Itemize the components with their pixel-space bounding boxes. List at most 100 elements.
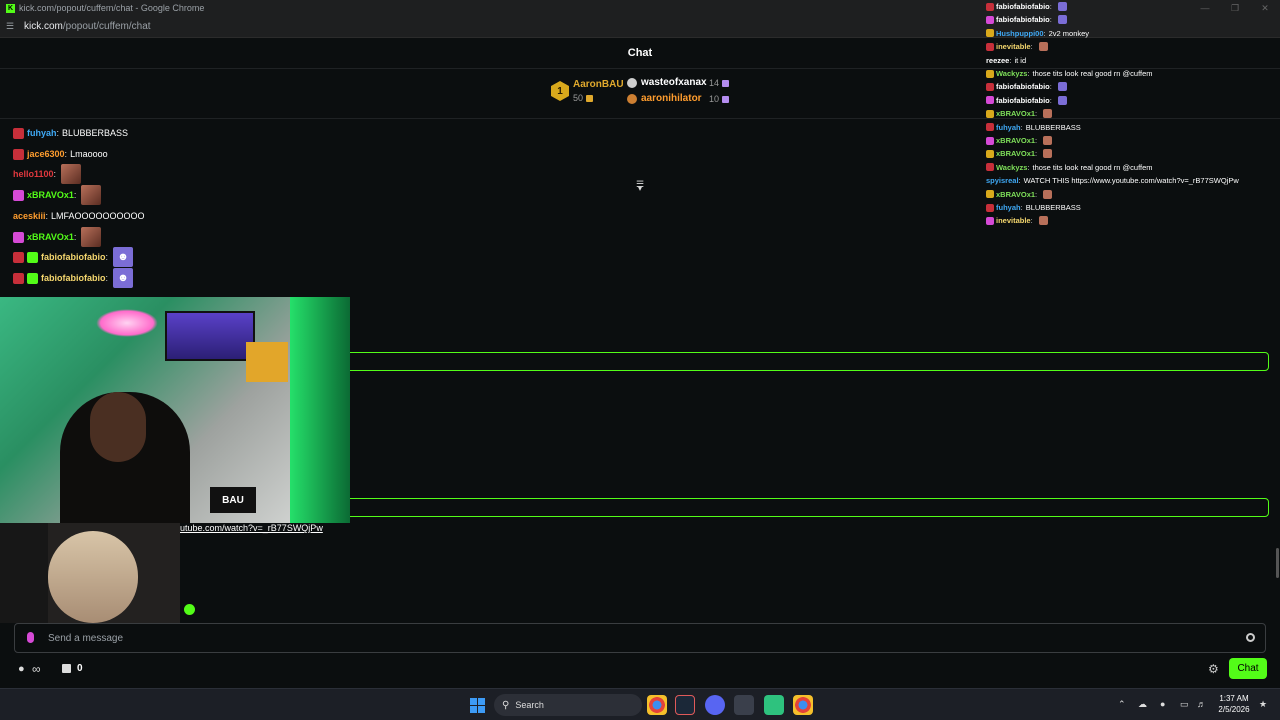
volume-icon[interactable]: ♬: [1197, 699, 1206, 709]
badge-icon: [986, 29, 994, 38]
overlay-username: Wackyzs: [996, 69, 1028, 78]
overlay-username: xBRAVOx1: [996, 109, 1036, 119]
notifications-icon[interactable]: ★: [1259, 699, 1267, 710]
taskbar-search[interactable]: ⚲ Search: [494, 694, 642, 716]
url-host: kick.com: [24, 21, 63, 32]
chat-username[interactable]: aceskiii: [13, 211, 46, 221]
overlay-username: xBRAVOx1: [996, 136, 1036, 145]
search-icon: ⚲: [502, 699, 510, 711]
chat-username[interactable]: xBRAVOx1: [27, 190, 74, 200]
chat-text: Lmaoooo: [70, 149, 108, 159]
overlay-chat-message: spyisreal: WATCH THIS https://www.youtube…: [986, 174, 1239, 187]
message-link[interactable]: utube.com/watch?v=_rB77SWQjPw: [180, 523, 323, 533]
network-icon[interactable]: ▭: [1180, 699, 1189, 710]
emote-icon: [1038, 216, 1048, 226]
overlay-text: those tits look real good rn @cuffem: [1032, 162, 1153, 172]
clock[interactable]: 1:37 AM 2/5/2026: [1214, 693, 1254, 715]
overlay-chat-message: fabiofabiofabio:: [986, 13, 1067, 26]
emote-icon: [1043, 136, 1053, 145]
gifter-name[interactable]: AaronBAU: [573, 79, 624, 90]
colon: :: [1020, 122, 1023, 132]
badges-icon[interactable]: ●: [18, 663, 25, 675]
overlay-username: Hushpuppi00: [996, 28, 1044, 38]
chat-message: jace6300: Lmaoooo: [13, 145, 108, 163]
message-placeholder: Send a message: [48, 633, 124, 644]
emote-icon: [1057, 82, 1067, 92]
overlay-chat-message: inevitable:: [986, 214, 1048, 227]
discord-app-icon[interactable]: [705, 695, 725, 715]
overlay-chat-message: xBRAVOx1:: [986, 107, 1053, 120]
overlay-username: fabiofabiofabio: [996, 82, 1050, 92]
chat-scrollbar[interactable]: [1276, 548, 1279, 578]
infinity-icon[interactable]: ∞: [32, 662, 41, 676]
colon: :: [1049, 82, 1052, 92]
chat-message: xBRAVOx1:: [13, 227, 102, 247]
badge-icon: [986, 109, 994, 118]
onedrive-icon[interactable]: ☁: [1138, 699, 1147, 710]
colon: :: [1030, 216, 1033, 226]
gifter-count: 50: [573, 93, 594, 103]
overlay-username: fabiofabiofabio: [996, 15, 1050, 25]
colon: :: [1043, 28, 1046, 38]
chrome-app-icon[interactable]: [647, 695, 667, 715]
emote-icon: [1057, 15, 1067, 25]
kick-favicon-icon: K: [6, 3, 15, 13]
colon: :: [73, 190, 77, 200]
start-button-icon[interactable]: [470, 698, 485, 713]
chat-username[interactable]: fabiofabiofabio: [41, 252, 106, 262]
colon: :: [1027, 69, 1030, 78]
window-title: kick.com/popout/cuffem/chat - Google Chr…: [19, 3, 205, 13]
chat-username[interactable]: xBRAVOx1: [27, 232, 74, 242]
chat-username[interactable]: hello1100: [13, 169, 54, 179]
colon: :: [1027, 162, 1030, 172]
chat-title: Chat: [627, 47, 653, 59]
overlay-chat-message: xBRAVOx1:: [986, 188, 1053, 201]
gifter-name[interactable]: aaronihilator: [641, 93, 702, 104]
colon: :: [1009, 55, 1012, 65]
badge-icon: [986, 190, 994, 199]
show-hidden-icons-icon[interactable]: ⌃: [1118, 699, 1126, 710]
colon: :: [1018, 176, 1021, 186]
settings-gear-icon[interactable]: ⚙: [1208, 662, 1219, 676]
badge-icon: [986, 149, 994, 158]
overlay-chat-message: fuhyah: BLUBBERBASS: [986, 201, 1081, 214]
expand-leaderboard-icon[interactable]: ☰ ▾: [634, 180, 646, 193]
search-label: Search: [515, 700, 544, 710]
face-emote-icon: [81, 185, 102, 205]
emote-icon: [1043, 189, 1053, 199]
message-input[interactable]: Send a message: [14, 623, 1266, 653]
badge-icon: [986, 69, 994, 78]
badge-icon: [986, 42, 994, 51]
chat-username[interactable]: fabiofabiofabio: [41, 273, 106, 283]
chrome-app-icon[interactable]: [793, 695, 813, 715]
overlay-text: 2v2 monkey: [1048, 28, 1090, 38]
badge-icon: [986, 123, 994, 132]
overlay-chat-message: Wackyzs: those tits look real good rn @cu…: [986, 161, 1153, 174]
chat-username[interactable]: jace6300: [27, 149, 65, 159]
steam-app-icon[interactable]: [675, 695, 695, 715]
close-button[interactable]: ✕: [1250, 0, 1280, 16]
overlay-username: reezee: [986, 55, 1010, 65]
restore-button[interactable]: ❐: [1220, 0, 1250, 16]
emote-icon: [1038, 42, 1048, 52]
overlay-username: fabiofabiofabio: [996, 2, 1050, 11]
overlay-username: fuhyah: [996, 122, 1021, 132]
chat-username[interactable]: fuhyah: [27, 128, 57, 138]
microphone-tray-icon[interactable]: ●: [1160, 699, 1165, 709]
gifter-badge-icon: [27, 251, 38, 263]
microphone-icon[interactable]: [27, 632, 34, 643]
gifter-name[interactable]: wasteofxanax: [641, 77, 707, 88]
app-icon[interactable]: [764, 695, 784, 715]
chat-message: fuhyah: BLUBBERBASS: [13, 124, 128, 142]
gift-icon[interactable]: [62, 664, 71, 673]
chat-message: xBRAVOx1:: [13, 185, 102, 205]
minimize-button[interactable]: —: [1190, 0, 1220, 16]
emoji-picker-icon[interactable]: [1246, 633, 1255, 642]
site-settings-icon[interactable]: ☰: [6, 21, 18, 32]
app-icon[interactable]: [734, 695, 754, 715]
gifter-badge-icon: [27, 272, 38, 284]
send-chat-button[interactable]: Chat: [1229, 658, 1267, 679]
overlay-username: xBRAVOx1: [996, 149, 1036, 159]
colon: :: [1035, 136, 1038, 145]
led-light: [290, 297, 350, 523]
